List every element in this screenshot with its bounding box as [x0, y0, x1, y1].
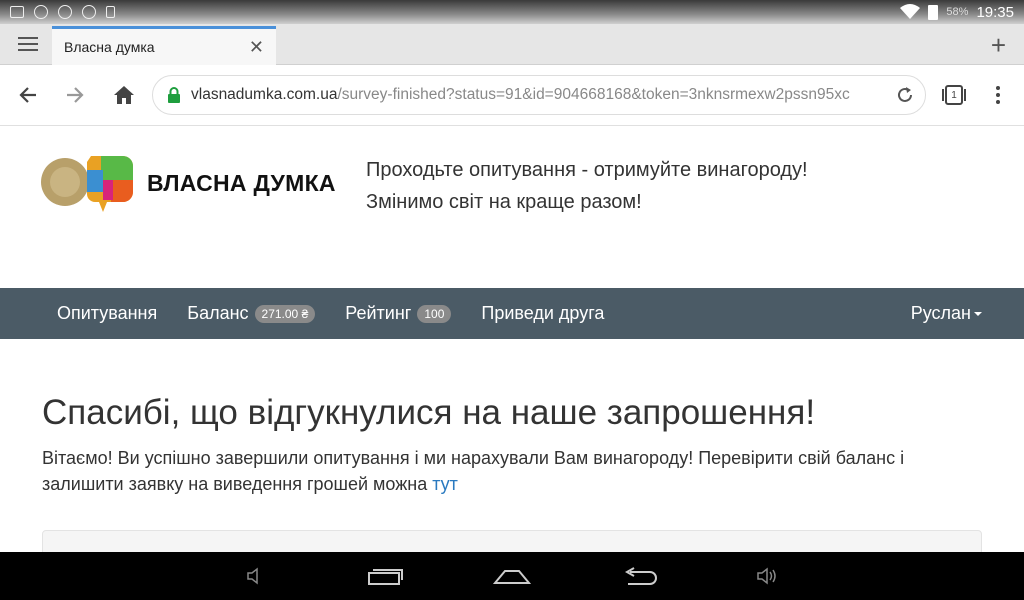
- browser-tab[interactable]: Власна думка ✕: [52, 26, 276, 65]
- browser-toolbar: vlasnadumka.com.ua/survey-finished?statu…: [0, 65, 1024, 126]
- battery-percent: 58%: [946, 6, 969, 18]
- volume-up-icon[interactable]: [754, 562, 780, 590]
- back-nav-icon[interactable]: [620, 562, 660, 590]
- url-host: vlasnadumka.com.ua: [191, 86, 338, 103]
- tab-switcher-menu-icon[interactable]: [18, 37, 38, 51]
- volume-down-icon[interactable]: [243, 562, 267, 590]
- chrome-notification-icon: [82, 5, 96, 19]
- close-tab-icon[interactable]: ✕: [249, 37, 264, 58]
- slogan: Проходьте опитування - отримуйте винагор…: [366, 154, 808, 218]
- sd-card-icon: [106, 6, 115, 18]
- tab-title: Власна думка: [64, 39, 155, 55]
- site-header: ВЛАСНА ДУМКА Проходьте опитування - отри…: [0, 126, 1024, 288]
- site-logo[interactable]: ВЛАСНА ДУМКА: [41, 152, 336, 214]
- clock: 19:35: [976, 3, 1014, 21]
- nav-rating-label: Рейтинг: [345, 303, 412, 323]
- gallery-notification-icon: [10, 6, 24, 18]
- nav-surveys-label: Опитування: [57, 303, 158, 323]
- site-navbar: Опитування Баланс 271.00 ₴ Рейтинг 100 П…: [0, 288, 1024, 339]
- reload-icon[interactable]: [895, 85, 915, 105]
- forward-icon[interactable]: [62, 82, 88, 108]
- user-name: Руслан: [910, 303, 971, 323]
- chrome-notification-icon: [34, 5, 48, 19]
- lock-icon: [168, 87, 180, 103]
- address-bar[interactable]: vlasnadumka.com.ua/survey-finished?statu…: [152, 75, 926, 115]
- tab-count: 1: [951, 89, 957, 101]
- main-content: Спасибі, що відгукнулися на наше запроше…: [0, 339, 1024, 570]
- nav-invite-friend[interactable]: Приведи друга: [466, 303, 619, 324]
- home-icon[interactable]: [111, 82, 137, 108]
- balance-link[interactable]: тут: [432, 474, 458, 494]
- success-text: Вітаємо! Ви успішно завершили опитування…: [42, 448, 905, 494]
- balance-badge: 271.00 ₴: [254, 304, 316, 323]
- nav-surveys[interactable]: Опитування: [42, 303, 172, 324]
- url-path: /survey-finished?status=91&id=904668168&…: [337, 86, 850, 103]
- page-title: Спасибі, що відгукнулися на наше запроше…: [42, 393, 816, 432]
- slogan-line-2: Змінимо світ на краще разом!: [366, 191, 642, 213]
- status-bar: 58% 19:35: [0, 0, 1024, 24]
- tab-bar: Власна думка ✕ +: [0, 24, 1024, 65]
- caret-down-icon: [974, 311, 982, 316]
- tab-count-button[interactable]: 1: [941, 82, 967, 108]
- nav-invite-label: Приведи друга: [481, 303, 605, 323]
- chrome-notification-icon: [58, 5, 72, 19]
- system-navigation-bar: [0, 552, 1024, 600]
- new-tab-icon[interactable]: +: [991, 30, 1006, 61]
- slogan-line-1: Проходьте опитування - отримуйте винагор…: [366, 159, 808, 181]
- wifi-icon: [900, 4, 921, 19]
- nav-rating[interactable]: Рейтинг 100: [330, 303, 466, 324]
- overflow-menu-icon[interactable]: [985, 82, 1011, 108]
- success-message: Вітаємо! Ви успішно завершили опитування…: [42, 445, 982, 497]
- rating-badge: 100: [417, 304, 452, 323]
- home-nav-icon[interactable]: [492, 562, 532, 590]
- recent-apps-icon[interactable]: [366, 562, 404, 590]
- logo-icon: [41, 156, 133, 212]
- logo-text: ВЛАСНА ДУМКА: [147, 169, 336, 196]
- nav-balance[interactable]: Баланс 271.00 ₴: [172, 303, 330, 324]
- user-menu[interactable]: Руслан: [911, 303, 982, 324]
- nav-balance-label: Баланс: [187, 303, 249, 323]
- battery-icon: [928, 4, 939, 20]
- back-icon[interactable]: [15, 82, 41, 108]
